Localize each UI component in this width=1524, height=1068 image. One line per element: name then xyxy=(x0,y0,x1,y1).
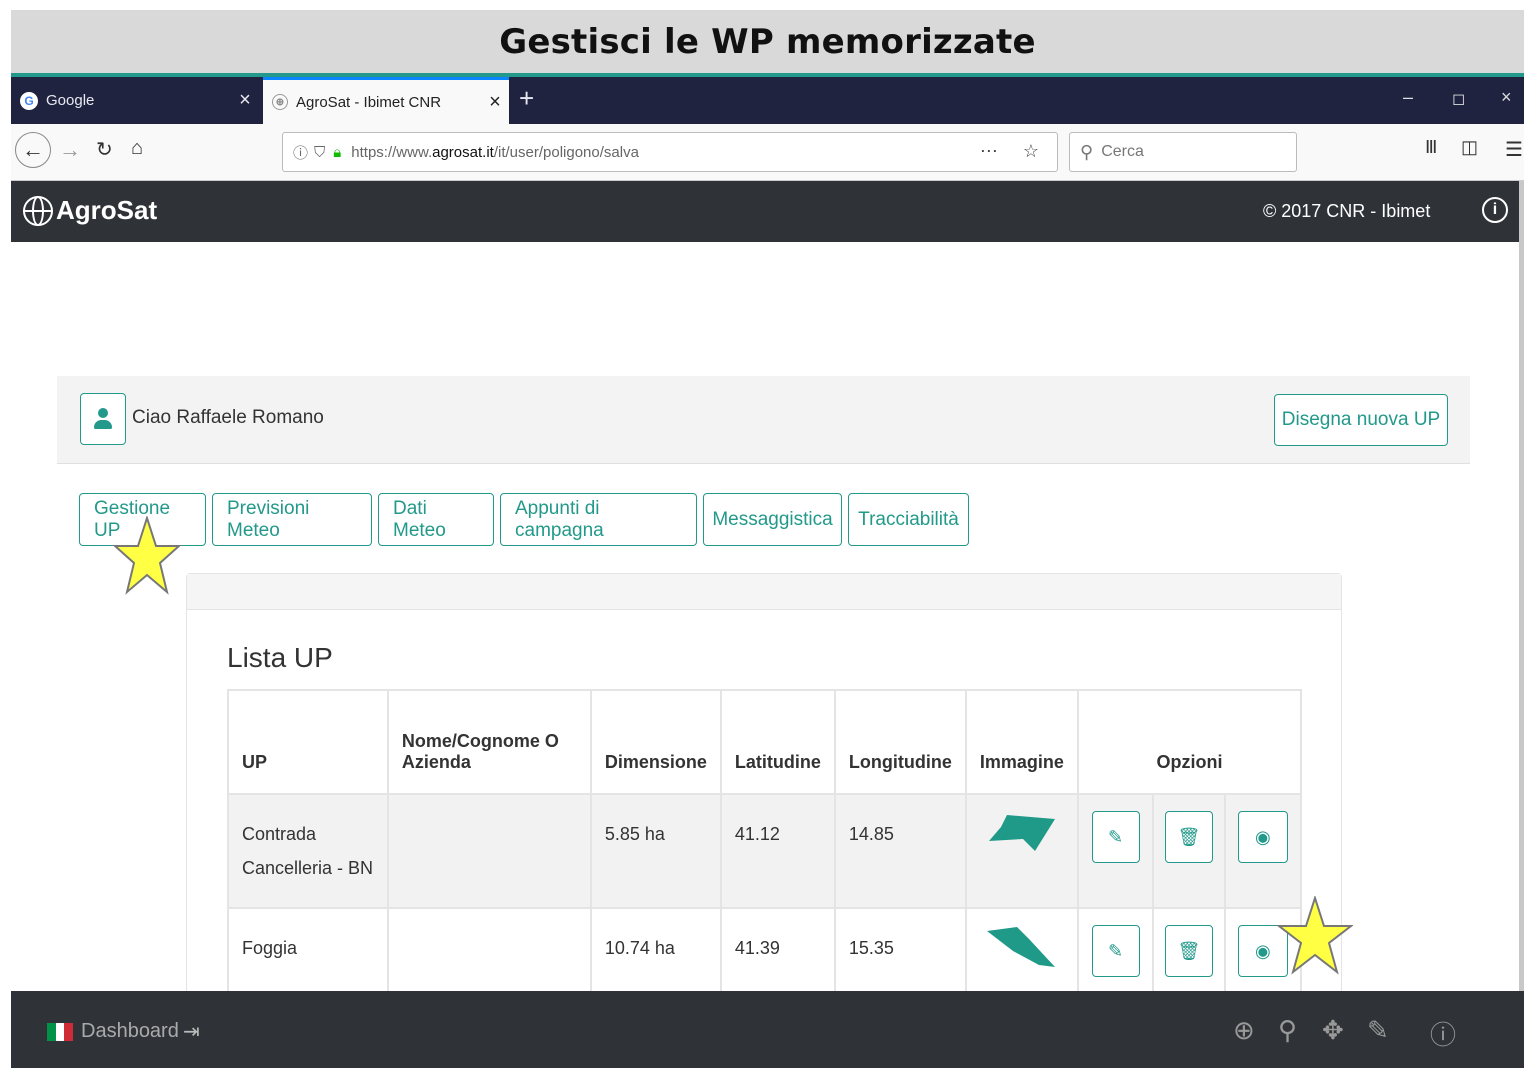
info-icon[interactable]: ⓘ xyxy=(293,142,308,163)
back-icon[interactable]: ← xyxy=(15,132,51,168)
user-greeting: Ciao Raffaele Romano xyxy=(132,407,324,428)
help-icon[interactable]: ⓘ xyxy=(1430,1015,1456,1052)
cell-lon: 14.85 xyxy=(833,793,967,909)
search-icon: ⚲ xyxy=(1080,141,1094,162)
delete-button[interactable]: 🗑︎ xyxy=(1164,811,1213,863)
search-placeholder: Cerca xyxy=(1101,143,1144,160)
user-profile-button[interactable] xyxy=(80,393,126,445)
trash-icon: 🗑︎ xyxy=(1177,827,1201,847)
column-header-image: Immagine xyxy=(964,689,1079,795)
forward-icon[interactable]: → xyxy=(59,137,81,163)
new-up-button[interactable]: Disegna nuova UP xyxy=(1274,394,1448,446)
tab-appunti-di-campagna[interactable]: Appunti di campagna xyxy=(500,493,697,546)
panel-header xyxy=(187,574,1341,610)
cell-edit: ✎ xyxy=(1076,793,1155,909)
pencil-icon: ✎ xyxy=(1108,941,1124,961)
tab-title: Google xyxy=(46,92,95,109)
user-icon xyxy=(94,408,112,430)
page-scrollbar[interactable] xyxy=(1519,181,1524,991)
search-input[interactable]: ⚲ Cerca xyxy=(1069,132,1297,172)
parcel-thumbnail xyxy=(988,815,1055,851)
column-header-size: Dimensione xyxy=(589,689,722,795)
cell-up: Contrada Cancelleria - BN xyxy=(227,793,389,909)
edit-button[interactable]: ✎ xyxy=(1091,811,1140,863)
italian-flag-icon[interactable] xyxy=(47,1023,74,1041)
app-brand[interactable]: AgroSat xyxy=(23,195,157,226)
tab-dati-meteo[interactable]: Dati Meteo xyxy=(378,493,494,546)
globe-icon: ⊕ xyxy=(272,94,288,110)
close-tab-icon[interactable]: × xyxy=(231,89,259,112)
slide-caption: Gestisci le WP memorizzate xyxy=(11,10,1524,73)
screenshot-frame: Gestisci le WP memorizzate G Google × ⊕ … xyxy=(11,10,1524,1068)
browser-tab-agrosat[interactable]: ⊕ AgroSat - Ibimet CNR × xyxy=(263,77,509,124)
pencil-icon: ✎ xyxy=(1108,827,1124,847)
close-window-icon[interactable]: × xyxy=(1501,87,1512,108)
cell-name xyxy=(386,793,592,909)
tab-previsioni-meteo[interactable]: Previsioni Meteo xyxy=(212,493,372,546)
library-icon[interactable]: Ⅲ xyxy=(1425,137,1437,158)
dashboard-link[interactable]: Dashboard xyxy=(81,1020,179,1043)
menu-icon[interactable]: ☰ xyxy=(1505,137,1523,162)
tab-title: AgroSat - Ibimet CNR xyxy=(296,93,442,111)
new-tab-icon[interactable]: + xyxy=(519,83,534,114)
highlight-star-icon xyxy=(113,516,181,595)
page-actions-icon[interactable]: ⋯ ☆ xyxy=(980,141,1049,162)
caption-title: Gestisci le WP memorizzate xyxy=(499,21,1036,62)
cell-size: 5.85 ha xyxy=(589,793,722,909)
google-icon: G xyxy=(20,91,38,110)
eye-icon: ◉ xyxy=(1254,941,1271,961)
close-tab-icon[interactable]: × xyxy=(481,91,509,114)
tab-tracciabilita[interactable]: Tracciabilità xyxy=(848,493,969,546)
info-icon[interactable]: i xyxy=(1482,197,1508,223)
cell-delete: 🗑︎ xyxy=(1152,793,1226,909)
cell-image xyxy=(964,793,1079,909)
crosshair-icon[interactable]: ⊕ xyxy=(1233,1015,1255,1046)
up-list-panel: Lista UP UP Nome/Cognome O Azienda Dimen… xyxy=(186,573,1342,1020)
user-bar: Ciao Raffaele Romano Disegna nuova UP xyxy=(57,376,1470,464)
globe-logo-icon xyxy=(23,195,53,226)
zoom-icon[interactable]: ⚲ xyxy=(1278,1015,1297,1046)
logout-icon[interactable]: ⇥ xyxy=(183,1019,200,1044)
minimize-icon[interactable]: – xyxy=(1403,87,1413,108)
lock-icon[interactable]: 🔒︎ xyxy=(333,144,341,161)
delete-button[interactable]: 🗑︎ xyxy=(1164,925,1213,977)
trash-icon: 🗑︎ xyxy=(1177,941,1201,961)
cell-view: ◉ xyxy=(1223,793,1303,909)
column-header-up: UP xyxy=(227,689,389,795)
restore-icon[interactable]: ◻ xyxy=(1452,89,1465,109)
sidebar-icon[interactable]: ◫ xyxy=(1461,137,1478,158)
copyright-text: © 2017 CNR - Ibimet xyxy=(1263,201,1431,221)
up-table: UP Nome/Cognome O Azienda Dimensione Lat… xyxy=(227,689,1303,1020)
shield-icon[interactable]: ⛉ xyxy=(314,144,325,161)
section-tabs: Gestione UP Previsioni Meteo Dati Meteo … xyxy=(79,493,975,546)
browser-nav-bar: ← → ↻ ⌂ ⓘ ⛉ 🔒︎ https://www.agrosat.it/it… xyxy=(11,124,1524,181)
column-header-lon: Longitudine xyxy=(833,689,967,795)
cell-lat: 41.12 xyxy=(719,793,836,909)
app-header: AgroSat © 2017 CNR - Ibimet i xyxy=(11,181,1519,242)
view-button[interactable]: ◉ xyxy=(1237,811,1288,863)
url-text: https://www.agrosat.it/it/user/poligono/… xyxy=(351,143,639,161)
column-header-name: Nome/Cognome O Azienda xyxy=(386,689,592,795)
table-header-row: UP Nome/Cognome O Azienda Dimensione Lat… xyxy=(227,689,1303,795)
browser-tab-google[interactable]: G Google × xyxy=(11,77,259,124)
brand-name: AgroSat xyxy=(56,195,158,225)
table-row: Contrada Cancelleria - BN 5.85 ha 41.12 … xyxy=(227,793,1303,909)
home-icon[interactable]: ⌂ xyxy=(131,137,143,160)
move-icon[interactable]: ✥ xyxy=(1322,1015,1344,1046)
edit-button[interactable]: ✎ xyxy=(1091,925,1140,977)
highlight-star-icon xyxy=(1277,896,1353,975)
edit-icon[interactable]: ✎ xyxy=(1367,1015,1389,1046)
column-header-lat: Latitudine xyxy=(719,689,836,795)
parcel-thumbnail xyxy=(986,927,1055,967)
reload-icon[interactable]: ↻ xyxy=(96,137,113,162)
list-title: Lista UP xyxy=(227,642,333,673)
browser-tab-bar: G Google × ⊕ AgroSat - Ibimet CNR × + – … xyxy=(11,77,1524,124)
address-bar[interactable]: ⓘ ⛉ 🔒︎ https://www.agrosat.it/it/user/po… xyxy=(282,132,1058,172)
column-header-options: Opzioni xyxy=(1076,689,1303,795)
app-footer: Dashboard ⇥ ⊕ ⚲ ✥ ✎ ⓘ xyxy=(11,991,1524,1068)
eye-icon: ◉ xyxy=(1254,827,1271,847)
tab-messaggistica[interactable]: Messaggistica xyxy=(703,493,842,546)
